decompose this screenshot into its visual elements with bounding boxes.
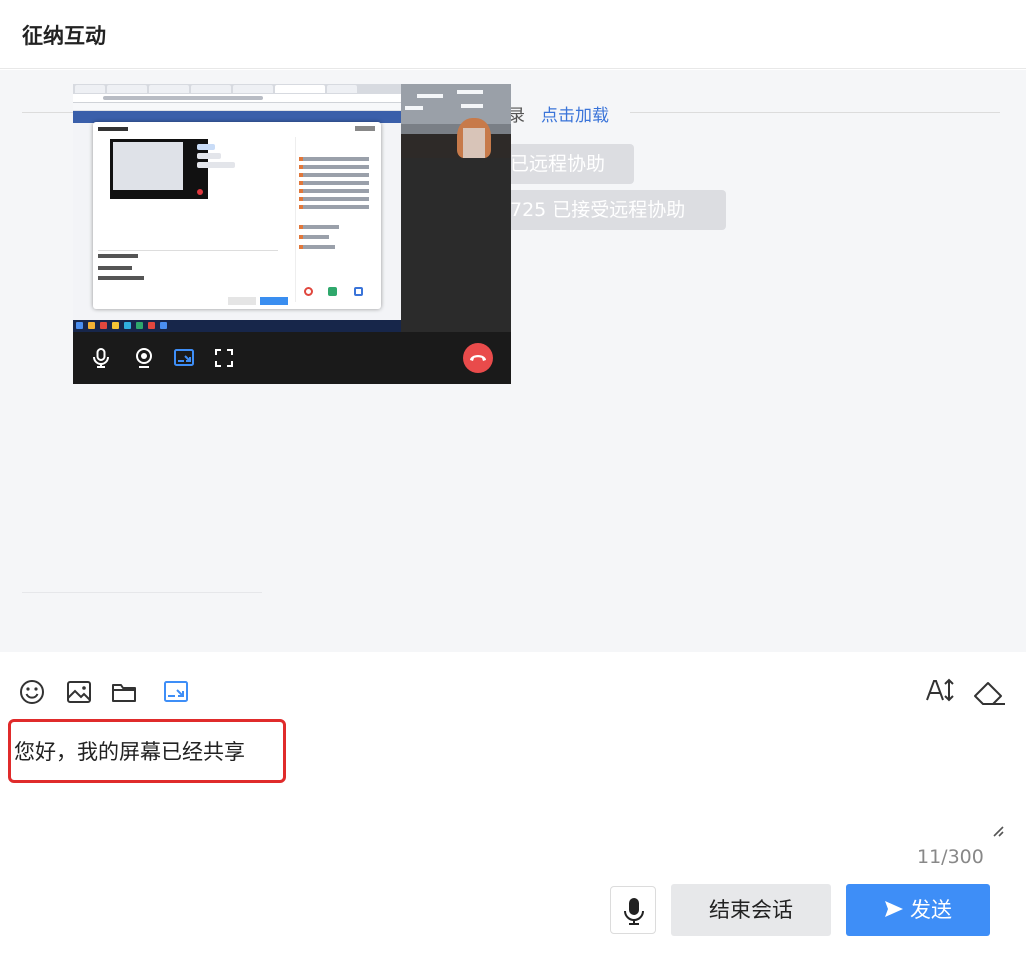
shared-dialog — [93, 122, 381, 309]
shared-browser-window — [73, 84, 401, 320]
microphone-icon — [624, 898, 644, 925]
font-size-icon[interactable] — [925, 676, 955, 706]
voice-input-button[interactable] — [610, 886, 656, 934]
remote-screen-share — [73, 84, 401, 332]
send-button[interactable]: 发送 — [846, 884, 990, 936]
eraser-icon[interactable] — [971, 678, 1007, 708]
send-button-label: 发送 — [910, 898, 952, 922]
system-message: 已远程协助 — [500, 144, 634, 184]
message-input-area[interactable] — [0, 715, 1026, 845]
local-camera-view — [401, 84, 511, 158]
system-message: 725 已接受远程协助 — [500, 190, 726, 230]
character-counter: 11/300 — [917, 846, 984, 868]
folder-icon[interactable] — [110, 678, 138, 706]
divider — [22, 592, 262, 593]
image-icon[interactable] — [65, 678, 93, 706]
panel-title: 征纳互动 — [22, 24, 106, 48]
history-divider-right — [630, 112, 1000, 113]
screen-share-icon[interactable] — [172, 346, 196, 370]
screen-share-icon[interactable] — [162, 678, 190, 706]
message-input-text[interactable]: 您好，我的屏幕已经共享 — [14, 736, 245, 766]
video-call-window[interactable] — [73, 84, 511, 384]
fullscreen-icon[interactable] — [212, 346, 236, 370]
resize-handle-icon[interactable] — [992, 822, 1004, 837]
call-controls — [73, 332, 511, 384]
hangup-icon[interactable] — [463, 343, 493, 373]
microphone-icon[interactable] — [89, 346, 113, 370]
emoji-icon[interactable] — [18, 678, 46, 706]
end-session-button[interactable]: 结束会话 — [671, 884, 831, 936]
title-divider — [0, 68, 1026, 69]
camera-icon[interactable] — [132, 346, 156, 370]
send-icon — [885, 901, 903, 917]
load-more-link[interactable]: 点击加载 — [541, 101, 609, 126]
